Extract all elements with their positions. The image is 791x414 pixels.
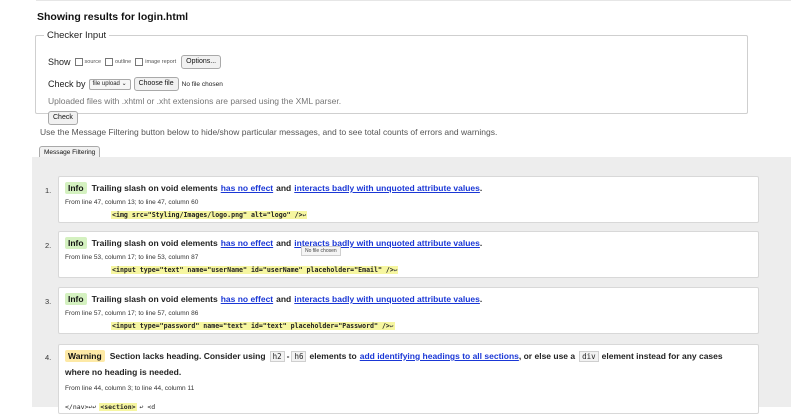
info-badge: Info bbox=[65, 293, 87, 305]
has-no-effect-link[interactable]: has no effect bbox=[221, 183, 273, 193]
image-report-checkbox[interactable] bbox=[135, 58, 144, 66]
newline-icon: ↩ bbox=[389, 323, 394, 330]
filtering-note: Use the Message Filtering button below t… bbox=[40, 127, 498, 137]
message-text: Trailing slash on void elements bbox=[91, 238, 218, 248]
code-extract: <input type="password" name="text" id="t… bbox=[111, 322, 395, 330]
check-by-select[interactable]: file upload ⌄ bbox=[88, 78, 131, 90]
message-item: Info Trailing slash on void elements has… bbox=[58, 176, 759, 223]
message-location: From line 57, column 17; to line 57, col… bbox=[65, 310, 199, 317]
message-title: Info Trailing slash on void elements has… bbox=[65, 237, 482, 249]
code-extract: <img src="Styling/Images/logo.png" alt="… bbox=[111, 211, 308, 219]
message-text-end: element instead for any cases bbox=[601, 351, 723, 361]
options-button[interactable]: Options... bbox=[181, 55, 222, 69]
warning-badge: Warning bbox=[65, 350, 105, 362]
check-button-row: Check bbox=[48, 111, 78, 125]
message-title: Info Trailing slash on void elements has… bbox=[65, 182, 482, 194]
message-item: Warning Section lacks heading. Consider … bbox=[58, 344, 759, 414]
message-location: From line 44, column 3; to line 44, colu… bbox=[65, 385, 195, 392]
message-number: 1. bbox=[45, 186, 52, 195]
check-by-label: Check by bbox=[48, 79, 86, 89]
code-extract-highlight: <section> bbox=[99, 403, 137, 411]
interacts-badly-link[interactable]: interacts badly with unquoted attribute … bbox=[294, 183, 480, 193]
code-extract-post: ↩ <d bbox=[139, 403, 156, 411]
checker-input-panel: Checker Input Show source outline image … bbox=[35, 30, 748, 125]
info-badge: Info bbox=[65, 182, 87, 194]
inline-code-div: div bbox=[579, 350, 599, 362]
message-number: 4. bbox=[45, 353, 52, 362]
code-extract: </nav>↩↩ <section> ↩ <d bbox=[65, 403, 155, 411]
dash-text: - bbox=[286, 351, 290, 361]
message-text-mid: and bbox=[276, 294, 292, 304]
message-item: Info Trailing slash on void elements has… bbox=[58, 231, 759, 278]
source-checkbox[interactable] bbox=[74, 58, 83, 66]
message-text: Trailing slash on void elements bbox=[91, 183, 218, 193]
code-extract: <input type="text" name="userName" id="u… bbox=[111, 266, 399, 274]
message-text-mid: and bbox=[276, 238, 292, 248]
page-title: Showing results for login.html bbox=[37, 11, 189, 23]
check-by-select-value: file upload bbox=[92, 80, 120, 87]
code-extract-text: <input type="text" name="userName" id="u… bbox=[112, 266, 394, 274]
code-extract-text: <input type="password" name="text" id="t… bbox=[112, 322, 390, 330]
add-headings-link[interactable]: add identifying headings to all sections bbox=[360, 351, 519, 361]
inline-code-h2: h2 bbox=[269, 350, 285, 362]
choose-file-button[interactable]: Choose file bbox=[133, 77, 179, 91]
chevron-down-icon: ⌄ bbox=[121, 80, 127, 87]
info-badge: Info bbox=[65, 237, 87, 249]
source-checkbox-label: source bbox=[84, 59, 102, 65]
message-number: 2. bbox=[45, 241, 52, 250]
message-text-mid: elements to bbox=[309, 351, 357, 361]
message-title: Info Trailing slash on void elements has… bbox=[65, 293, 482, 305]
newline-icon: ↩ bbox=[393, 267, 398, 274]
message-location: From line 53, column 17; to line 53, col… bbox=[65, 254, 199, 261]
top-divider bbox=[36, 0, 791, 1]
outline-checkbox-label: outline bbox=[115, 59, 132, 65]
message-number: 3. bbox=[45, 297, 52, 306]
message-text: Trailing slash on void elements bbox=[91, 294, 218, 304]
newline-icon: ↩ bbox=[302, 212, 307, 219]
checker-input-legend: Checker Input bbox=[47, 30, 107, 41]
message-title: Warning Section lacks heading. Consider … bbox=[65, 350, 726, 362]
inline-code-h6: h6 bbox=[291, 350, 307, 362]
message-text: Section lacks heading. Consider using bbox=[109, 351, 266, 361]
message-text-post: , or else use a bbox=[518, 351, 576, 361]
check-button[interactable]: Check bbox=[48, 111, 78, 125]
image-report-checkbox-label: image report bbox=[145, 59, 177, 65]
show-label: Show bbox=[48, 57, 71, 67]
check-by-row: Check by file upload ⌄ Choose file No fi… bbox=[48, 77, 223, 91]
file-tooltip: No file chosen bbox=[301, 246, 341, 256]
code-extract-text: <img src="Styling/Images/logo.png" alt="… bbox=[112, 211, 303, 219]
message-item: Info Trailing slash on void elements has… bbox=[58, 287, 759, 334]
show-options-row: Show source outline image report Options… bbox=[48, 55, 222, 69]
code-extract-pre: </nav>↩↩ bbox=[65, 403, 97, 411]
message-text-end: . bbox=[479, 294, 483, 304]
message-location: From line 47, column 13; to line 47, col… bbox=[65, 199, 199, 206]
message-text-end: . bbox=[479, 183, 483, 193]
has-no-effect-link[interactable]: has no effect bbox=[221, 294, 273, 304]
message-text-line2: where no heading is needed. bbox=[65, 367, 182, 377]
outline-checkbox[interactable] bbox=[105, 58, 114, 66]
has-no-effect-link[interactable]: has no effect bbox=[221, 238, 273, 248]
interacts-badly-link[interactable]: interacts badly with unquoted attribute … bbox=[294, 294, 480, 304]
message-text-end: . bbox=[479, 238, 483, 248]
message-text-mid: and bbox=[276, 183, 292, 193]
no-file-text: No file chosen bbox=[181, 80, 223, 88]
xml-parser-note: Uploaded files with .xhtml or .xht exten… bbox=[48, 96, 342, 106]
